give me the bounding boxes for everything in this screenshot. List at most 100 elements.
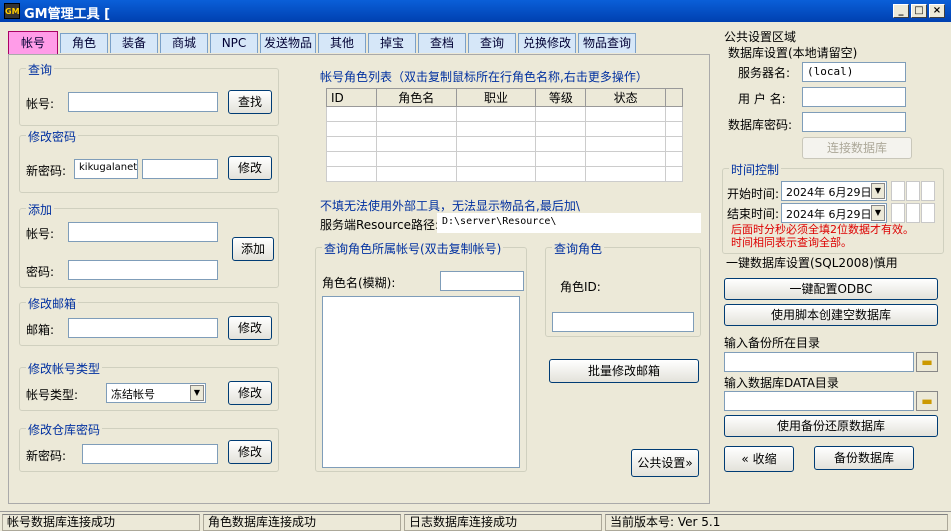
batch-change-email-button[interactable]: 批量修改邮箱 <box>549 359 699 383</box>
query-role-title: 查询角色 <box>552 240 605 257</box>
tab-item-query[interactable]: 物品查询 <box>578 33 636 53</box>
email-input[interactable] <box>68 318 218 338</box>
end-hour-input[interactable] <box>891 203 905 223</box>
tab-equipment[interactable]: 装备 <box>110 33 158 53</box>
resource-path-label: 服务端Resource路径: <box>320 218 440 232</box>
tab-query[interactable]: 查询 <box>468 33 516 53</box>
backup-dir-input[interactable] <box>724 352 914 372</box>
backup-db-button[interactable]: 备份数据库 <box>814 446 914 470</box>
change-password-button[interactable]: 修改 <box>228 156 272 180</box>
change-account-type-button[interactable]: 修改 <box>228 381 272 405</box>
collapse-button[interactable]: « 收缩 <box>724 446 794 472</box>
role-name-fuzzy-label: 角色名(模糊): <box>322 276 396 290</box>
account-type-value: 冻结帐号 <box>111 388 155 401</box>
end-date-picker[interactable]: 2024年 6月29日 ▼ <box>781 203 887 223</box>
new-password-label: 新密码: <box>26 164 67 178</box>
change-email-button[interactable]: 修改 <box>228 316 272 340</box>
tab-role[interactable]: 角色 <box>60 33 108 53</box>
new-password-input-2[interactable] <box>142 159 218 179</box>
tab-exchange[interactable]: 兑换修改 <box>518 33 576 53</box>
account-type-label: 帐号类型: <box>26 388 79 402</box>
end-second-input[interactable] <box>921 203 935 223</box>
chevron-down-icon[interactable]: ▼ <box>190 385 204 401</box>
start-time-label: 开始时间: <box>727 187 780 201</box>
warehouse-password-title: 修改仓库密码 <box>26 421 103 438</box>
minimize-button[interactable]: _ <box>893 4 909 18</box>
account-type-title: 修改帐号类型 <box>26 360 103 377</box>
end-date-value: 2024年 6月29日 <box>786 208 872 221</box>
db-user-input[interactable] <box>802 87 906 107</box>
create-db-script-button[interactable]: 使用脚本创建空数据库 <box>724 304 938 326</box>
col-level[interactable]: 等级 <box>535 88 587 107</box>
table-row[interactable] <box>326 136 683 152</box>
role-table[interactable]: ID 角色名 职业 等级 状态 <box>326 88 683 182</box>
query-account-input[interactable] <box>68 92 218 112</box>
add-account-input[interactable] <box>68 222 218 242</box>
tab-account[interactable]: 帐号 <box>8 31 58 55</box>
db-password-input[interactable] <box>802 112 906 132</box>
app-icon: GM <box>4 3 20 19</box>
col-class[interactable]: 职业 <box>455 88 537 107</box>
role-id-input[interactable] <box>552 312 694 332</box>
table-row[interactable] <box>326 151 683 167</box>
warehouse-password-label: 新密码: <box>26 449 67 463</box>
folder-icon[interactable]: ▬ <box>916 352 938 372</box>
db-user-label: 用 户 名: <box>738 92 786 106</box>
configure-odbc-button[interactable]: 一键配置ODBC <box>724 278 938 300</box>
resource-warning: 不填无法使用外部工具，无法显示物品名,最后加\ <box>320 199 580 213</box>
tab-send-item[interactable]: 发送物品 <box>260 33 316 53</box>
warehouse-password-input[interactable] <box>82 444 218 464</box>
start-minute-input[interactable] <box>906 181 920 201</box>
tab-npc[interactable]: NPC <box>210 33 258 53</box>
folder-icon[interactable]: ▬ <box>916 391 938 411</box>
start-second-input[interactable] <box>921 181 935 201</box>
server-name-input[interactable]: (local) <box>802 62 906 82</box>
resource-path-input[interactable]: D:\server\Resource\ <box>437 213 701 233</box>
tab-other[interactable]: 其他 <box>318 33 366 53</box>
role-owner-title: 查询角色所属帐号(双击复制帐号) <box>322 240 504 257</box>
status-log-db: 日志数据库连接成功 <box>404 514 602 531</box>
calendar-dropdown-icon[interactable]: ▼ <box>871 183 885 199</box>
end-minute-input[interactable] <box>906 203 920 223</box>
change-password-title: 修改密码 <box>26 128 79 145</box>
role-owner-group: 查询角色所属帐号(双击复制帐号) 角色名(模糊): <box>315 240 527 472</box>
query-account-label: 帐号: <box>26 97 55 111</box>
calendar-dropdown-icon[interactable]: ▼ <box>871 205 885 221</box>
tab-archive[interactable]: 查档 <box>418 33 466 53</box>
col-role-name[interactable]: 角色名 <box>375 88 457 107</box>
change-email-title: 修改邮箱 <box>26 295 79 312</box>
restore-backup-button[interactable]: 使用备份还原数据库 <box>724 415 938 437</box>
public-settings-button[interactable]: 公共设置» <box>631 449 699 477</box>
add-password-label: 密码: <box>26 265 55 279</box>
col-status[interactable]: 状态 <box>585 88 667 107</box>
table-row[interactable] <box>326 121 683 137</box>
add-account-group: 添加 帐号: 密码: 添加 <box>19 201 279 288</box>
add-button[interactable]: 添加 <box>232 237 274 261</box>
add-password-input[interactable] <box>68 260 218 280</box>
role-name-fuzzy-input[interactable] <box>440 271 524 291</box>
table-row[interactable] <box>326 106 683 122</box>
role-owner-list[interactable] <box>322 296 520 468</box>
db-settings-title: 数据库设置(本地请留空) <box>728 46 858 60</box>
warehouse-password-group: 修改仓库密码 新密码: 修改 <box>19 421 279 472</box>
start-date-picker[interactable]: 2024年 6月29日 ▼ <box>781 181 887 201</box>
maximize-button[interactable]: □ <box>911 4 927 18</box>
start-hour-input[interactable] <box>891 181 905 201</box>
col-id[interactable]: ID <box>326 88 377 107</box>
tab-mall[interactable]: 商城 <box>160 33 208 53</box>
data-dir-input[interactable] <box>724 391 914 411</box>
close-button[interactable]: × <box>929 4 945 18</box>
query-group: 查询 帐号: 查找 <box>19 61 279 126</box>
time-control-group: 时间控制 开始时间: 2024年 6月29日 ▼ 结束时间: 2024年 6月2… <box>722 161 944 254</box>
backup-dir-label: 输入备份所在目录 <box>724 336 821 350</box>
find-button[interactable]: 查找 <box>228 90 272 114</box>
title-bar: GM GM管理工具 [ _ □ × <box>0 0 951 22</box>
connect-db-button[interactable]: 连接数据库 <box>802 137 912 159</box>
tab-drop[interactable]: 掉宝 <box>368 33 416 53</box>
new-password-input-1[interactable]: kikugalanet <box>74 159 138 179</box>
change-warehouse-password-button[interactable]: 修改 <box>228 440 272 464</box>
end-time-label: 结束时间: <box>727 207 780 221</box>
table-row[interactable] <box>326 166 683 182</box>
account-type-select[interactable]: 冻结帐号 ▼ <box>106 383 206 403</box>
one-key-db-title: 一键数据库设置(SQL2008)慎用 <box>726 256 898 270</box>
